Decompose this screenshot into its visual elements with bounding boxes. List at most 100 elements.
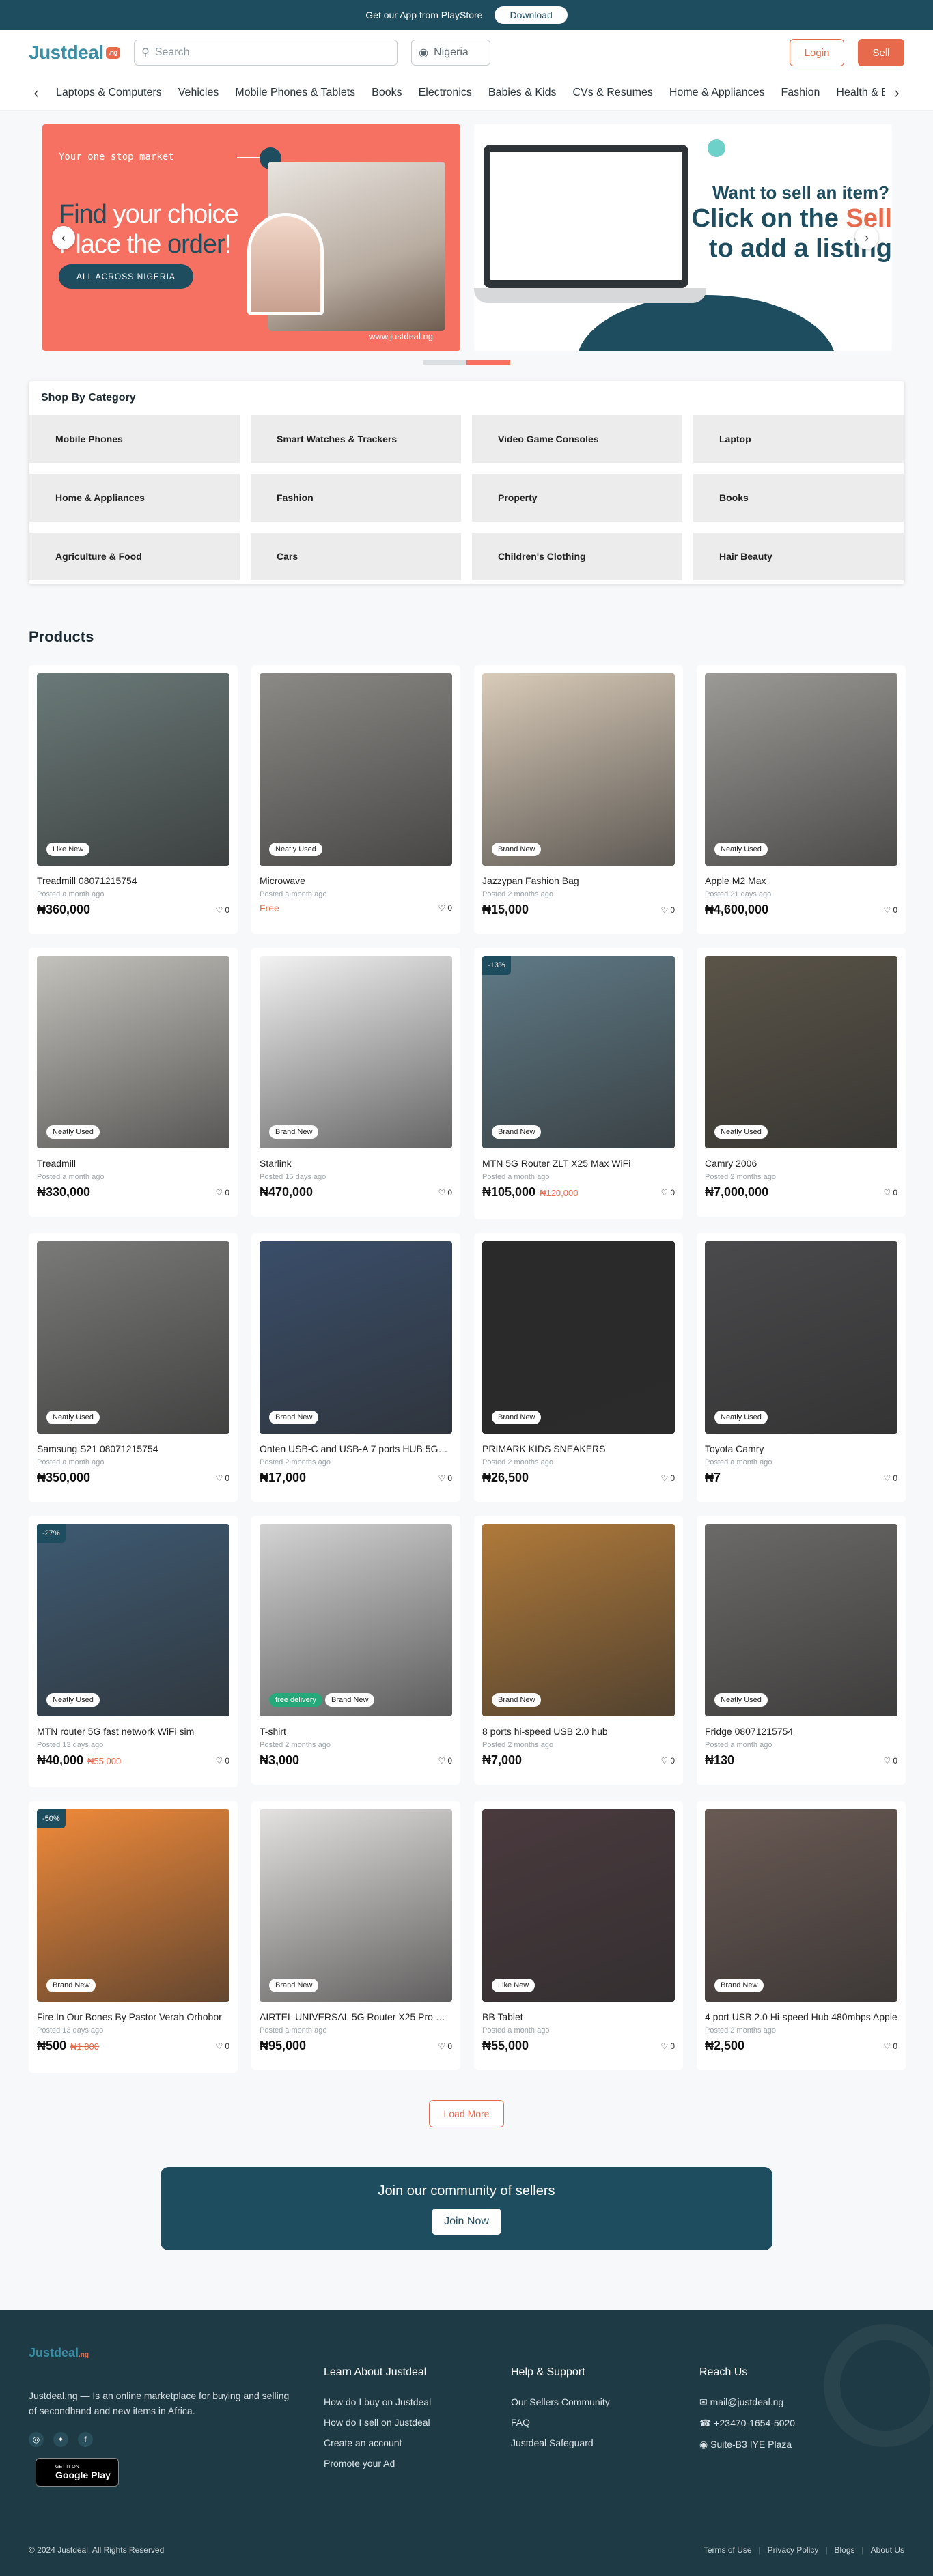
like-button[interactable]: ♡ 0 xyxy=(661,1756,675,1766)
product-image[interactable]: Neatly Used xyxy=(705,956,897,1148)
like-button[interactable]: ♡ 0 xyxy=(884,1473,897,1483)
like-button[interactable]: ♡ 0 xyxy=(661,2041,675,2051)
chevron-left-icon[interactable]: ‹ xyxy=(29,84,44,102)
product-image[interactable]: Brand New xyxy=(260,956,452,1148)
product-name[interactable]: T-shirt xyxy=(260,1726,452,1737)
product-name[interactable]: Apple M2 Max xyxy=(705,875,897,886)
product-name[interactable]: AIRTEL UNIVERSAL 5G Router X25 Pro WiFi xyxy=(260,2011,452,2022)
product-card[interactable]: Brand New Starlink Posted 15 days ago ₦470,… xyxy=(251,948,460,1217)
footer-legal-link[interactable]: Privacy Policy xyxy=(768,2545,819,2555)
footer-legal-link[interactable]: Terms of Use xyxy=(704,2545,752,2555)
like-button[interactable]: ♡ 0 xyxy=(216,2041,229,2051)
product-image[interactable]: Like New xyxy=(482,1809,675,2002)
footer-link[interactable]: How do I buy on Justdeal xyxy=(324,2396,431,2407)
category-tile[interactable]: Laptop xyxy=(693,415,904,463)
like-button[interactable]: ♡ 0 xyxy=(661,1473,675,1483)
product-card[interactable]: Neatly Used Samsung S21 08071215754 Posted… xyxy=(29,1233,238,1502)
product-card[interactable]: Neatly Used Treadmill Posted a month ago ₦3… xyxy=(29,948,238,1217)
like-button[interactable]: ♡ 0 xyxy=(884,2041,897,2051)
product-image[interactable]: Neatly Used xyxy=(260,673,452,866)
carousel-next-button[interactable]: › xyxy=(855,226,878,249)
category-tile[interactable]: Fashion xyxy=(251,474,461,522)
product-name[interactable]: Toyota Camry xyxy=(705,1443,897,1454)
category-tile[interactable]: Mobile Phones xyxy=(29,415,240,463)
product-name[interactable]: MTN router 5G fast network WiFi sim xyxy=(37,1726,229,1737)
product-card[interactable]: Neatly Used Camry 2006 Posted 2 months ago… xyxy=(697,948,906,1217)
product-image[interactable]: -50% Brand New xyxy=(37,1809,229,2002)
product-card[interactable]: free delivery Brand New T-shirt Posted 2 mo… xyxy=(251,1516,460,1785)
like-button[interactable]: ♡ 0 xyxy=(438,2041,452,2051)
product-image[interactable]: Brand New xyxy=(482,673,675,866)
product-card[interactable]: Brand New Onten USB-C and USB-A 7 ports H… xyxy=(251,1233,460,1502)
product-card[interactable]: Neatly Used Toyota Camry Posted a month ag… xyxy=(697,1233,906,1502)
like-button[interactable]: ♡ 0 xyxy=(884,905,897,915)
product-image[interactable]: Brand New xyxy=(482,1241,675,1434)
product-card[interactable]: Neatly Used Fridge 08071215754 Posted a mo… xyxy=(697,1516,906,1785)
product-card[interactable]: Brand New Jazzypan Fashion Bag Posted 2 mo… xyxy=(474,665,683,934)
instagram-icon[interactable]: ◎ xyxy=(29,2432,44,2447)
banner-sell-item[interactable]: Want to sell an item? Click on the Sell … xyxy=(474,124,892,351)
category-tile[interactable]: Home & Appliances xyxy=(29,474,240,522)
category-tile[interactable]: Books xyxy=(693,474,904,522)
product-image[interactable]: Brand New xyxy=(260,1241,452,1434)
category-nav-item[interactable]: Laptops & Computers xyxy=(56,87,162,99)
like-button[interactable]: ♡ 0 xyxy=(216,1188,229,1198)
search-input[interactable]: ⚲ Search xyxy=(134,40,398,66)
load-more-button[interactable]: Load More xyxy=(429,2100,504,2127)
product-name[interactable]: Jazzypan Fashion Bag xyxy=(482,875,675,886)
phone-contact[interactable]: ☎ +23470-1654-5020 xyxy=(699,2418,795,2429)
facebook-icon[interactable]: f xyxy=(78,2432,93,2447)
like-button[interactable]: ♡ 0 xyxy=(438,903,452,913)
category-tile[interactable]: Cars xyxy=(251,533,461,580)
product-image[interactable]: Brand New xyxy=(705,1809,897,2002)
category-nav-item[interactable]: Fashion xyxy=(781,87,820,99)
product-image[interactable]: Brand New xyxy=(482,1524,675,1716)
product-name[interactable]: Onten USB-C and USB-A 7 ports HUB 5Gbps … xyxy=(260,1443,452,1454)
category-nav-item[interactable]: Mobile Phones & Tablets xyxy=(235,87,355,99)
category-nav-item[interactable]: CVs & Resumes xyxy=(572,87,652,99)
category-nav-item[interactable]: Health & Beauty xyxy=(836,87,885,99)
like-button[interactable]: ♡ 0 xyxy=(438,1188,452,1198)
product-image[interactable]: Neatly Used xyxy=(37,956,229,1148)
product-card[interactable]: Brand New 8 ports hi-speed USB 2.0 hub Pos… xyxy=(474,1516,683,1785)
footer-legal-link[interactable]: Blogs xyxy=(834,2545,854,2555)
product-name[interactable]: Treadmill xyxy=(37,1158,229,1169)
category-tile[interactable]: Children's Clothing xyxy=(472,533,682,580)
product-name[interactable]: BB Tablet xyxy=(482,2011,675,2022)
product-card[interactable]: -50% Brand New Fire In Our Bones By Pastor… xyxy=(29,1801,238,2073)
join-now-button[interactable]: Join Now xyxy=(432,2208,501,2235)
product-card[interactable]: -13% Brand New MTN 5G Router ZLT X25 Max W… xyxy=(474,948,683,1219)
product-name[interactable]: 4 port USB 2.0 Hi-speed Hub 480mbps Appl… xyxy=(705,2011,897,2022)
product-name[interactable]: Fridge 08071215754 xyxy=(705,1726,897,1737)
product-image[interactable]: -13% Brand New xyxy=(482,956,675,1148)
like-button[interactable]: ♡ 0 xyxy=(438,1756,452,1766)
category-nav-item[interactable]: Babies & Kids xyxy=(488,87,557,99)
footer-link[interactable]: Our Sellers Community xyxy=(511,2396,610,2407)
product-name[interactable]: Samsung S21 08071215754 xyxy=(37,1443,229,1454)
category-nav-item[interactable]: Home & Appliances xyxy=(669,87,765,99)
like-button[interactable]: ♡ 0 xyxy=(216,905,229,915)
category-tile[interactable]: Video Game Consoles xyxy=(472,415,682,463)
product-card[interactable]: -27% Neatly Used MTN router 5G fast networ… xyxy=(29,1516,238,1787)
location-selector[interactable]: ◉ Nigeria xyxy=(411,40,491,66)
product-name[interactable]: 8 ports hi-speed USB 2.0 hub xyxy=(482,1726,675,1737)
footer-link[interactable]: Create an account xyxy=(324,2437,431,2448)
like-button[interactable]: ♡ 0 xyxy=(661,1188,675,1198)
like-button[interactable]: ♡ 0 xyxy=(438,1473,452,1483)
product-card[interactable]: Brand New 4 port USB 2.0 Hi-speed Hub 480… xyxy=(697,1801,906,2070)
email-contact[interactable]: ✉ mail@justdeal.ng xyxy=(699,2396,795,2408)
product-card[interactable]: Brand New PRIMARK KIDS SNEAKERS Posted 2 m… xyxy=(474,1233,683,1502)
google-play-button[interactable]: GET IT ON Google Play xyxy=(36,2458,119,2487)
like-button[interactable]: ♡ 0 xyxy=(216,1756,229,1766)
category-nav-item[interactable]: Books xyxy=(372,87,402,99)
category-nav-item[interactable]: Vehicles xyxy=(178,87,219,99)
product-card[interactable]: Brand New AIRTEL UNIVERSAL 5G Router X25 … xyxy=(251,1801,460,2070)
footer-link[interactable]: FAQ xyxy=(511,2417,610,2428)
product-card[interactable]: Neatly Used Apple M2 Max Posted 21 days ag… xyxy=(697,665,906,934)
banner-find-your-choice[interactable]: Your one stop market Find your choice Pl… xyxy=(42,124,460,351)
product-name[interactable]: MTN 5G Router ZLT X25 Max WiFi xyxy=(482,1158,675,1169)
category-tile[interactable]: Hair Beauty xyxy=(693,533,904,580)
product-image[interactable]: Neatly Used xyxy=(705,673,897,866)
login-button[interactable]: Login xyxy=(790,39,844,66)
sell-button[interactable]: Sell xyxy=(858,39,904,66)
